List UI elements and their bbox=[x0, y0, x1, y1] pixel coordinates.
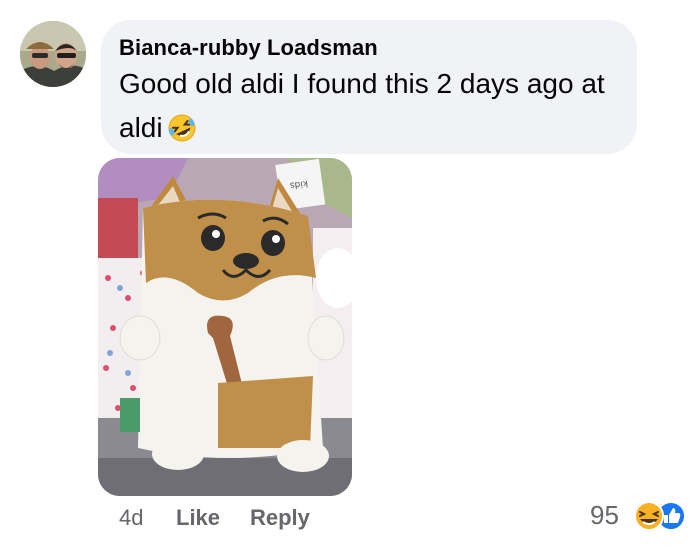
author-avatar[interactable] bbox=[20, 21, 86, 87]
reaction-icons[interactable] bbox=[631, 500, 691, 532]
comment-timestamp[interactable]: 4d bbox=[119, 505, 143, 531]
reaction-count[interactable]: 95 bbox=[590, 500, 619, 531]
reply-button[interactable]: Reply bbox=[250, 505, 310, 531]
comment-text-container: Good old aldi I found this 2 days ago at… bbox=[119, 62, 627, 156]
comment-author-name[interactable]: Bianca-rubby Loadsman bbox=[119, 35, 378, 61]
rolling-on-floor-laughing-icon bbox=[167, 112, 197, 156]
avatar-photo bbox=[20, 21, 86, 87]
attached-photo[interactable]: kids bbox=[98, 158, 352, 496]
like-button[interactable]: Like bbox=[176, 505, 220, 531]
laughing-face-icon bbox=[634, 501, 664, 531]
